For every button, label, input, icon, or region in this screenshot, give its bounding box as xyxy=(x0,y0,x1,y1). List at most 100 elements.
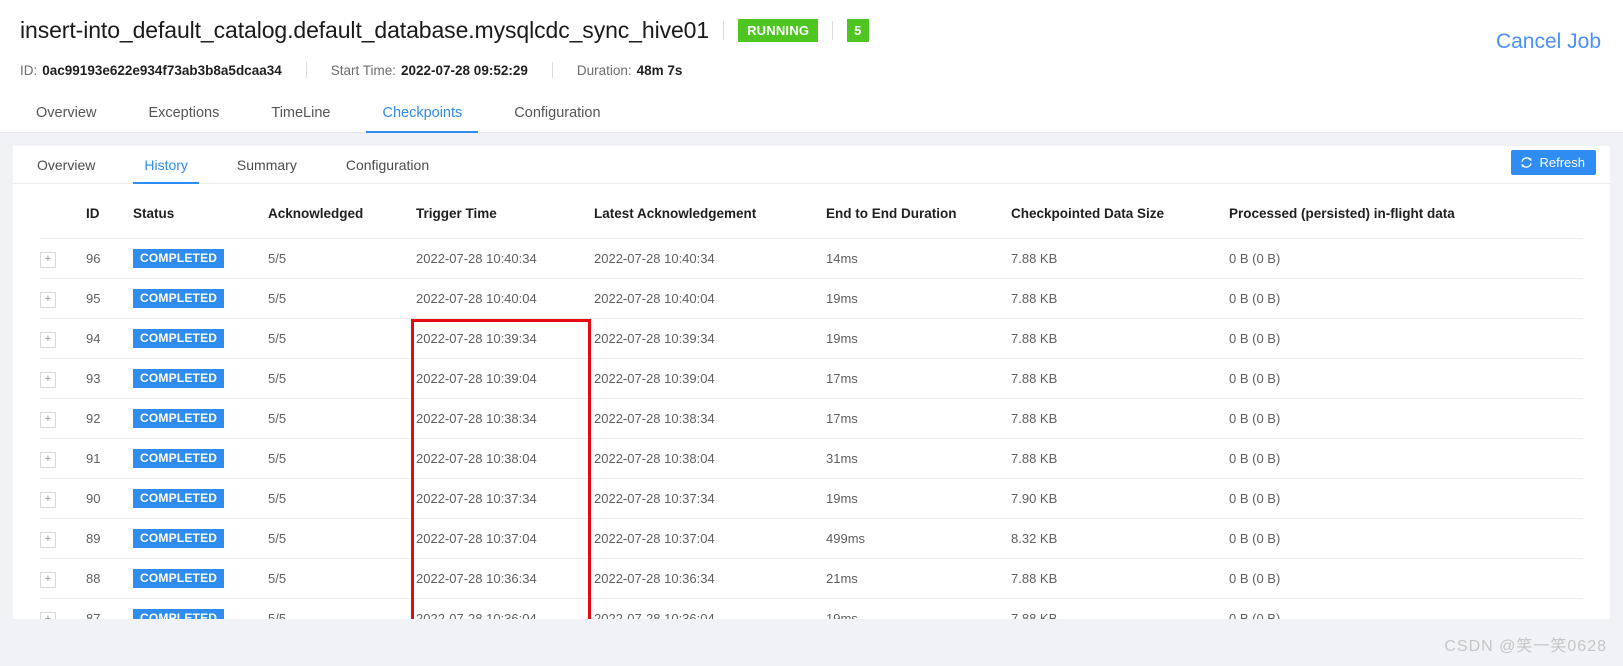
job-header: insert-into_default_catalog.default_data… xyxy=(0,0,1623,83)
checkpoint-history-table-wrap: ID Status Acknowledged Trigger Time Late… xyxy=(13,184,1610,619)
subtab-overview[interactable]: Overview xyxy=(29,157,103,183)
cell-checkpointed-data-size: 7.88 KB xyxy=(1011,398,1229,439)
cell-acknowledged: 5/5 xyxy=(268,238,416,279)
watermark: CSDN @笑一笑0628 xyxy=(1444,638,1607,655)
subtab-summary[interactable]: Summary xyxy=(229,157,305,183)
job-id-label: ID: xyxy=(20,62,38,78)
cell-end-to-end-duration: 17ms xyxy=(826,398,1011,439)
tab-exceptions[interactable]: Exceptions xyxy=(132,105,235,132)
cell-end-to-end-duration: 19ms xyxy=(826,478,1011,519)
row-expand-cell: + xyxy=(40,478,86,519)
refresh-label: Refresh xyxy=(1539,155,1585,170)
checkpoint-subtabs: Overview History Summary Configuration R… xyxy=(13,146,1610,184)
table-row: +91 COMPLETED 5/5 2022-07-28 10:38:04 2022-0… xyxy=(40,438,1583,479)
job-id-value: 0ac99193e622e934f73ab3b8a5dcaa34 xyxy=(42,62,282,78)
cell-id: 93 xyxy=(86,358,133,399)
meta-divider-1 xyxy=(305,62,307,78)
cell-status: COMPLETED xyxy=(133,478,268,519)
expand-row-button[interactable]: + xyxy=(40,371,56,388)
subtab-history[interactable]: History xyxy=(133,157,199,184)
footer-strip xyxy=(0,625,1623,666)
cell-acknowledged: 5/5 xyxy=(268,398,416,439)
col-header-latest-acknowledgement: Latest Acknowledgement xyxy=(594,184,826,239)
cell-status: COMPLETED xyxy=(133,598,268,619)
expand-row-button[interactable]: + xyxy=(40,251,56,268)
expand-row-button[interactable]: + xyxy=(40,411,56,428)
cell-end-to-end-duration: 17ms xyxy=(826,358,1011,399)
refresh-icon xyxy=(1520,156,1533,169)
table-header-row: ID Status Acknowledged Trigger Time Late… xyxy=(40,184,1583,239)
cell-status: COMPLETED xyxy=(133,318,268,359)
cell-id: 87 xyxy=(86,598,133,619)
row-expand-cell: + xyxy=(40,518,86,559)
cell-latest-acknowledgement: 2022-07-28 10:37:04 xyxy=(594,518,826,559)
cell-end-to-end-duration: 19ms xyxy=(826,318,1011,359)
cell-acknowledged: 5/5 xyxy=(268,438,416,479)
cell-latest-acknowledgement: 2022-07-28 10:37:34 xyxy=(594,478,826,519)
status-badge: COMPLETED xyxy=(133,249,225,268)
tab-checkpoints[interactable]: Checkpoints xyxy=(366,105,479,133)
tab-overview[interactable]: Overview xyxy=(20,105,112,132)
table-row: +92 COMPLETED 5/5 2022-07-28 10:38:34 2022-0… xyxy=(40,398,1583,439)
cell-id: 94 xyxy=(86,318,133,359)
expand-row-button[interactable]: + xyxy=(40,451,56,468)
refresh-button[interactable]: Refresh xyxy=(1511,150,1596,175)
row-expand-cell: + xyxy=(40,278,86,319)
cell-acknowledged: 5/5 xyxy=(268,478,416,519)
cell-trigger-time: 2022-07-28 10:38:04 xyxy=(416,438,594,479)
table-row: +94 COMPLETED 5/5 2022-07-28 10:39:34 2022-0… xyxy=(40,318,1583,359)
checkpoint-history-table: ID Status Acknowledged Trigger Time Late… xyxy=(40,184,1583,619)
badge-divider xyxy=(832,20,834,40)
cell-acknowledged: 5/5 xyxy=(268,318,416,359)
cell-status: COMPLETED xyxy=(133,558,268,599)
cell-processed-in-flight-data: 0 B (0 B) xyxy=(1229,558,1583,599)
table-row: +95 COMPLETED 5/5 2022-07-28 10:40:04 2022-0… xyxy=(40,278,1583,319)
cell-latest-acknowledgement: 2022-07-28 10:39:34 xyxy=(594,318,826,359)
col-header-trigger-time: Trigger Time xyxy=(416,184,594,239)
status-badge: COMPLETED xyxy=(133,489,225,508)
expand-row-button[interactable]: + xyxy=(40,291,56,308)
subtab-configuration[interactable]: Configuration xyxy=(338,157,437,183)
row-expand-cell: + xyxy=(40,318,86,359)
cell-end-to-end-duration: 31ms xyxy=(826,438,1011,479)
cell-id: 91 xyxy=(86,438,133,479)
cell-acknowledged: 5/5 xyxy=(268,598,416,619)
cell-checkpointed-data-size: 7.88 KB xyxy=(1011,238,1229,279)
cell-trigger-time: 2022-07-28 10:38:34 xyxy=(416,398,594,439)
cell-checkpointed-data-size: 7.88 KB xyxy=(1011,278,1229,319)
cell-processed-in-flight-data: 0 B (0 B) xyxy=(1229,518,1583,559)
cell-trigger-time: 2022-07-28 10:39:34 xyxy=(416,318,594,359)
table-row: +96 COMPLETED 5/5 2022-07-28 10:40:34 2022-0… xyxy=(40,238,1583,279)
cell-trigger-time: 2022-07-28 10:36:34 xyxy=(416,558,594,599)
page-title: insert-into_default_catalog.default_data… xyxy=(20,16,710,43)
tab-timeline[interactable]: TimeLine xyxy=(255,105,346,132)
cell-id: 88 xyxy=(86,558,133,599)
tab-configuration[interactable]: Configuration xyxy=(498,105,616,132)
cell-latest-acknowledgement: 2022-07-28 10:38:04 xyxy=(594,438,826,479)
cell-processed-in-flight-data: 0 B (0 B) xyxy=(1229,438,1583,479)
cell-processed-in-flight-data: 0 B (0 B) xyxy=(1229,398,1583,439)
cell-trigger-time: 2022-07-28 10:40:34 xyxy=(416,238,594,279)
cell-end-to-end-duration: 19ms xyxy=(826,598,1011,619)
cell-trigger-time: 2022-07-28 10:39:04 xyxy=(416,358,594,399)
row-expand-cell: + xyxy=(40,438,86,479)
cell-checkpointed-data-size: 7.88 KB xyxy=(1011,358,1229,399)
job-title-row: insert-into_default_catalog.default_data… xyxy=(20,14,1623,46)
start-time-value: 2022-07-28 09:52:29 xyxy=(401,62,528,78)
expand-row-button[interactable]: + xyxy=(40,611,56,619)
cancel-job-button[interactable]: Cancel Job xyxy=(1496,30,1601,54)
status-badge: COMPLETED xyxy=(133,289,225,308)
cell-id: 89 xyxy=(86,518,133,559)
cell-trigger-time: 2022-07-28 10:37:34 xyxy=(416,478,594,519)
expand-row-button[interactable]: + xyxy=(40,531,56,548)
expand-row-button[interactable]: + xyxy=(40,571,56,588)
cell-acknowledged: 5/5 xyxy=(268,278,416,319)
parallelism-badge: 5 xyxy=(847,18,869,42)
expand-row-button[interactable]: + xyxy=(40,331,56,348)
expand-row-button[interactable]: + xyxy=(40,491,56,508)
job-meta-row: ID: 0ac99193e622e934f73ab3b8a5dcaa34 Sta… xyxy=(20,57,1623,83)
cell-processed-in-flight-data: 0 B (0 B) xyxy=(1229,238,1583,279)
cell-trigger-time: 2022-07-28 10:40:04 xyxy=(416,278,594,319)
status-badge: COMPLETED xyxy=(133,409,225,428)
cell-id: 90 xyxy=(86,478,133,519)
